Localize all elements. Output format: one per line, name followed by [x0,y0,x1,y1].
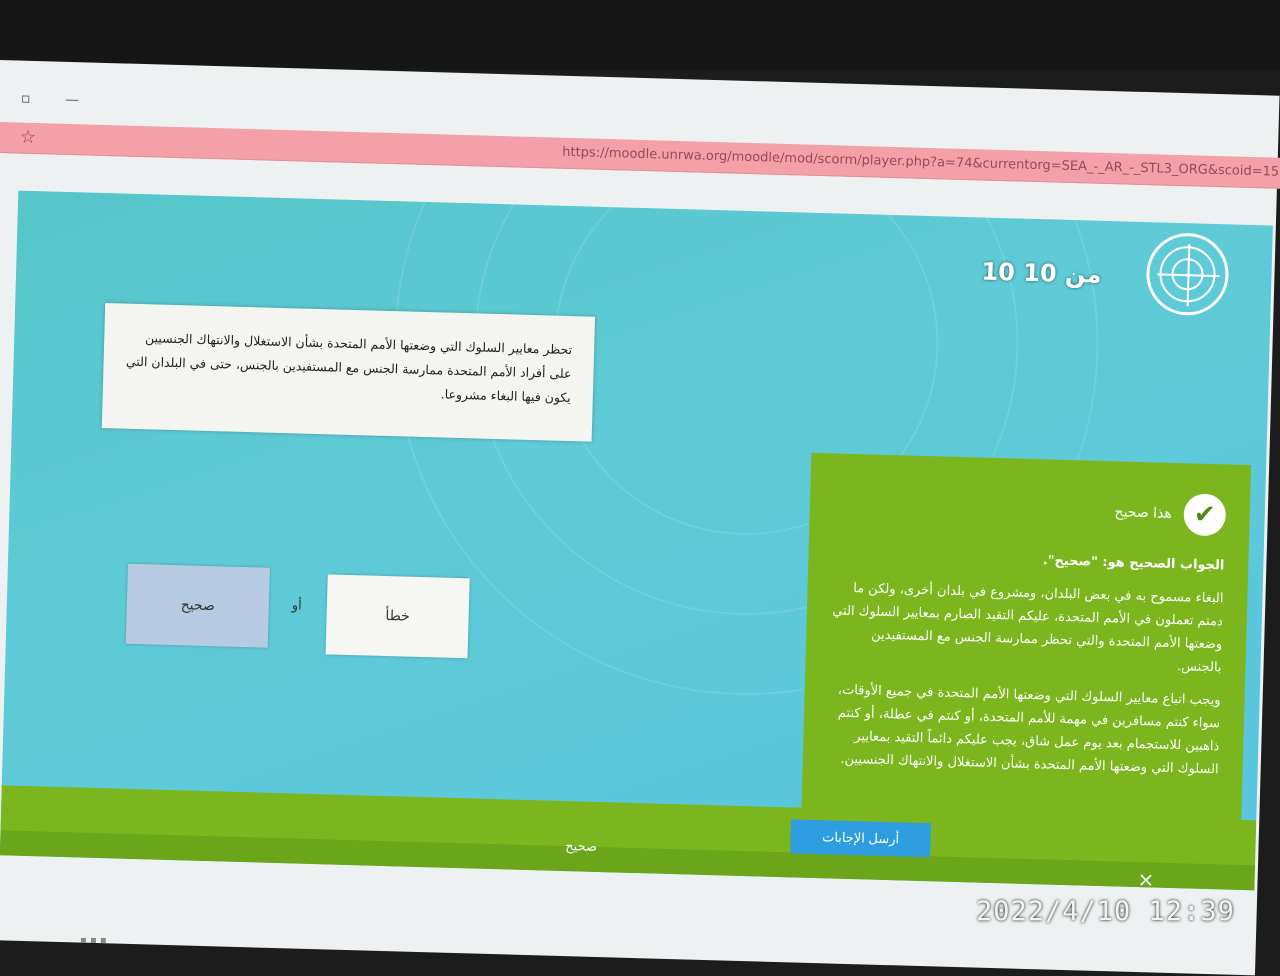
close-icon[interactable]: × [1137,867,1154,891]
answer-false-label: خطأ [385,607,411,625]
scorm-player-stage: 10 من 10 تحظر معايير السلوك التي وضعتها … [0,190,1273,891]
feedback-paragraph-2: ويجب اتباع معايير السلوك التي وضعتها الأ… [837,682,1221,778]
submit-answers-button[interactable]: أرسل الإجابات [790,819,932,858]
bookmark-star-icon[interactable]: ☆ [20,127,37,148]
monitor-bezel [0,0,1280,70]
or-label: أو [291,598,302,614]
feedback-title: هذا صحيح [1114,503,1173,522]
taskbar-fragment: ▪ ▪ ▪ [80,935,107,946]
answer-false-button[interactable]: خطأ [325,574,470,659]
feedback-panel: ✔ هذا صحيح الجواب الصحيح هو: "صحيح". الب… [801,452,1252,825]
address-url[interactable]: https://moodle.unrwa.org/moodle/mod/scor… [562,145,1280,180]
un-emblem-icon [1145,232,1230,317]
checkmark-icon: ✔ [1183,493,1227,537]
result-status-label: صحيح [565,839,598,855]
answer-true-label: صحيح [180,597,216,615]
address-bar[interactable]: ☆ https://moodle.unrwa.org/moodle/mod/sc… [0,121,1280,189]
window-restore-icon[interactable]: ▫ [21,91,31,107]
question-text: تحظر معايير السلوك التي وضعتها الأمم الم… [101,303,596,442]
feedback-correct-answer: الجواب الصحيح هو: "صحيح". [1042,553,1225,574]
question-progress: 10 من 10 [981,257,1102,289]
window-controls: ▫ — [21,91,109,109]
feedback-paragraph-1: البغاء مسموح به في بعض البلدان، ومشروع ف… [832,581,1224,676]
browser-window: ▫ — ☆ https://moodle.unrwa.org/moodle/mo… [0,60,1280,976]
window-minimize-icon[interactable]: — [65,92,79,108]
photo-timestamp: 2022/4/10 12:39 [976,896,1235,927]
answer-true-button[interactable]: صحيح [125,563,270,648]
